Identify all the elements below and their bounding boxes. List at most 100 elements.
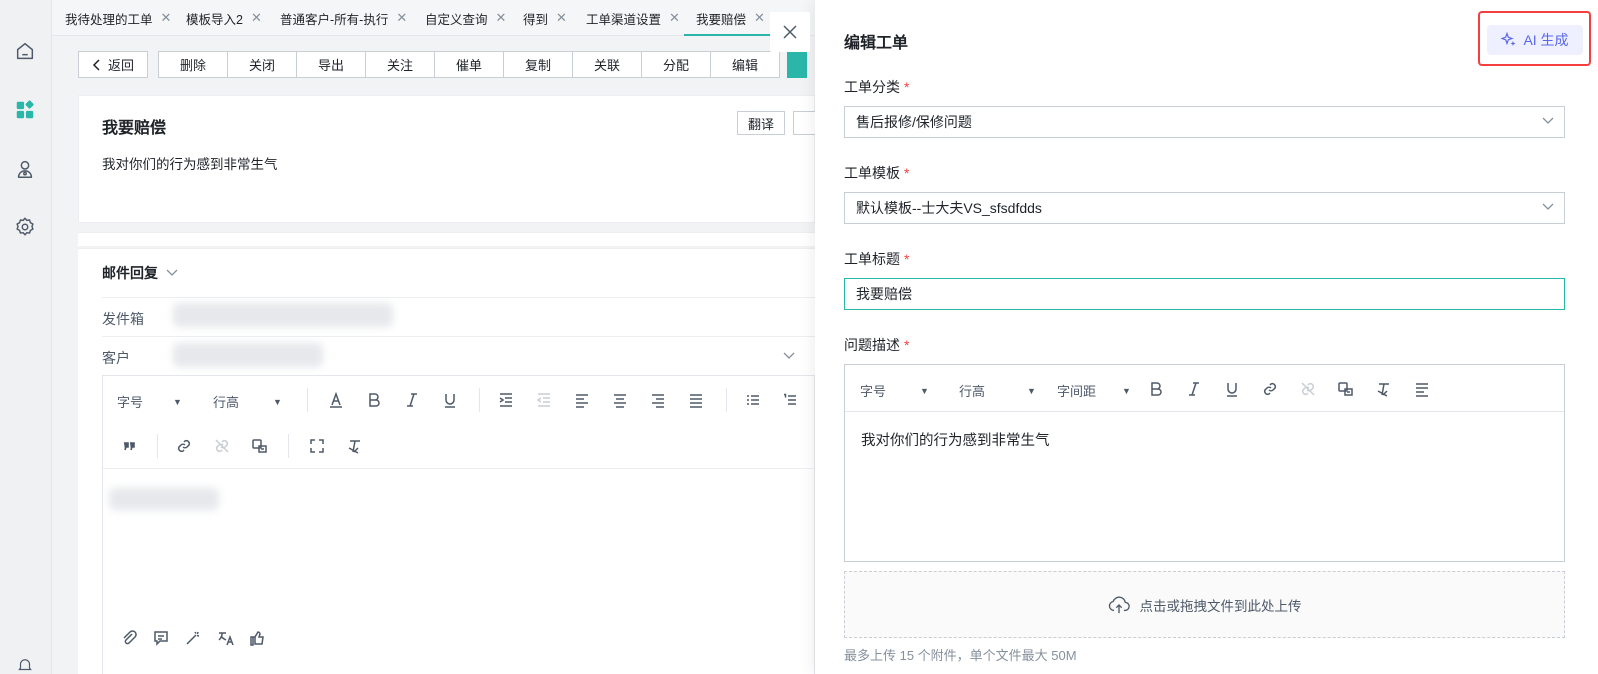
unlink-icon[interactable] <box>1296 377 1320 401</box>
chevron-down-icon[interactable] <box>783 352 795 360</box>
line-height-label: 行高 <box>213 395 240 410</box>
close-icon[interactable]: ✕ <box>669 10 680 26</box>
attachment-icon[interactable] <box>117 626 141 650</box>
tab-label: 自定义查询 <box>425 12 488 27</box>
indent-icon[interactable] <box>494 388 518 412</box>
close-icon[interactable]: ✕ <box>161 10 172 26</box>
clear-format-icon[interactable] <box>343 434 367 458</box>
clear-format-icon[interactable] <box>1372 377 1396 401</box>
align-justify-icon[interactable] <box>684 388 708 412</box>
tab-dedao[interactable]: 得到 ✕ <box>523 0 567 36</box>
required-mark: * <box>904 79 910 95</box>
tab-label: 我要赔偿 <box>696 12 747 27</box>
dashboard-icon[interactable] <box>12 97 38 123</box>
customer-field-redacted[interactable] <box>173 343 323 367</box>
image-text-icon[interactable] <box>1334 377 1358 401</box>
tab-my-pending[interactable]: 我待处理的工单 ✕ <box>65 0 171 36</box>
customer-service-icon[interactable] <box>12 156 38 182</box>
underline-icon[interactable] <box>1220 377 1244 401</box>
delete-button[interactable]: 删除 <box>158 51 228 78</box>
template-label: 工单模板 * <box>844 163 909 183</box>
bold-icon[interactable] <box>362 388 386 412</box>
bullet-list-icon[interactable] <box>741 388 765 412</box>
link-button[interactable]: 关联 <box>572 51 642 78</box>
template-select[interactable]: 默认模板--士大夫VS_sfsdfdds <box>844 192 1565 224</box>
italic-icon[interactable] <box>1182 377 1206 401</box>
tab-normal-customer[interactable]: 普通客户-所有-执行 ✕ <box>280 0 407 36</box>
assign-button[interactable]: 分配 <box>641 51 711 78</box>
mail-body-redacted[interactable] <box>109 488 219 510</box>
secondary-card-button[interactable] <box>793 111 815 135</box>
unlink-icon[interactable] <box>210 434 234 458</box>
link-icon[interactable] <box>1258 377 1282 401</box>
category-label: 工单分类 * <box>844 77 909 97</box>
align-right-icon[interactable] <box>646 388 670 412</box>
fullscreen-icon[interactable] <box>305 434 329 458</box>
upload-dropzone[interactable]: 点击或拖拽文件到此处上传 <box>844 571 1565 638</box>
italic-icon[interactable] <box>400 388 424 412</box>
tab-compensation[interactable]: 我要赔偿 ✕ <box>684 0 777 36</box>
font-color-icon[interactable] <box>324 388 348 412</box>
numbered-list-icon[interactable] <box>778 388 802 412</box>
image-text-icon[interactable] <box>248 434 272 458</box>
template-label-text: 工单模板 <box>844 165 900 181</box>
close-icon[interactable]: ✕ <box>396 10 407 26</box>
link-icon[interactable] <box>172 434 196 458</box>
sender-field-redacted[interactable] <box>173 303 393 327</box>
thumbs-up-icon[interactable] <box>245 626 269 650</box>
line-height-select[interactable]: 行高 ▼ <box>959 381 1036 400</box>
export-button[interactable]: 导出 <box>296 51 366 78</box>
translate-button[interactable]: 翻译 <box>737 111 785 135</box>
font-size-select[interactable]: 字号 ▼ <box>117 392 182 411</box>
settings-gear-icon[interactable] <box>12 214 38 240</box>
home-icon[interactable] <box>12 38 38 64</box>
tab-template-import[interactable]: 模板导入2 ✕ <box>186 0 262 36</box>
translate-icon[interactable] <box>213 626 237 650</box>
editor-content[interactable]: 我对你们的行为感到非常生气 <box>861 429 1050 450</box>
chevron-left-icon <box>92 58 100 71</box>
mail-reply-header[interactable]: 邮件回复 <box>102 263 178 283</box>
magic-wand-icon[interactable] <box>181 626 205 650</box>
mail-reply-title: 邮件回复 <box>102 265 158 281</box>
tab-custom-query[interactable]: 自定义查询 ✕ <box>425 0 506 36</box>
ai-highlight-box <box>1478 11 1591 66</box>
tab-channel-settings[interactable]: 工单渠道设置 ✕ <box>586 0 680 36</box>
required-mark: * <box>904 165 910 181</box>
description-editor: 字号 ▼ 行高 ▼ 字间距 ▼ 我对你们的行为感到非常生气 <box>844 364 1565 562</box>
line-height-select[interactable]: 行高 ▼ <box>213 392 282 411</box>
close-icon <box>783 25 797 39</box>
font-size-label: 字号 <box>860 384 887 399</box>
category-value: 售后报修/保修问题 <box>856 114 972 130</box>
back-button[interactable]: 返回 <box>78 51 148 78</box>
tab-label: 得到 <box>523 12 549 27</box>
primary-action-button[interactable] <box>787 51 807 78</box>
drawer-close-button[interactable] <box>770 12 810 52</box>
align-icon[interactable] <box>1410 377 1434 401</box>
close-ticket-button[interactable]: 关闭 <box>227 51 297 78</box>
subject-value: 我要赔偿 <box>856 286 912 302</box>
subject-input[interactable]: 我要赔偿 <box>844 278 1565 310</box>
mail-editor: 字号 ▼ 行高 ▼ <box>102 375 815 674</box>
notification-bell-icon[interactable] <box>12 652 38 674</box>
bold-icon[interactable] <box>1144 377 1168 401</box>
close-icon[interactable]: ✕ <box>556 10 567 26</box>
align-left-icon[interactable] <box>570 388 594 412</box>
close-icon[interactable]: ✕ <box>496 10 507 26</box>
edit-button[interactable]: 编辑 <box>710 51 780 78</box>
close-icon[interactable]: ✕ <box>754 10 765 26</box>
underline-icon[interactable] <box>438 388 462 412</box>
copy-button[interactable]: 复制 <box>503 51 573 78</box>
align-center-icon[interactable] <box>608 388 632 412</box>
caret-down-icon: ▼ <box>173 396 182 407</box>
font-size-select[interactable]: 字号 ▼ <box>860 381 929 400</box>
cloud-upload-icon <box>1108 596 1130 613</box>
subject-label-text: 工单标题 <box>844 251 900 267</box>
close-icon[interactable]: ✕ <box>251 10 262 26</box>
follow-button[interactable]: 关注 <box>365 51 435 78</box>
template-icon[interactable] <box>149 626 173 650</box>
urge-button[interactable]: 催单 <box>434 51 504 78</box>
letter-spacing-select[interactable]: 字间距 ▼ <box>1057 381 1131 400</box>
quote-icon[interactable] <box>117 434 141 458</box>
outdent-icon[interactable] <box>532 388 556 412</box>
category-select[interactable]: 售后报修/保修问题 <box>844 106 1565 138</box>
